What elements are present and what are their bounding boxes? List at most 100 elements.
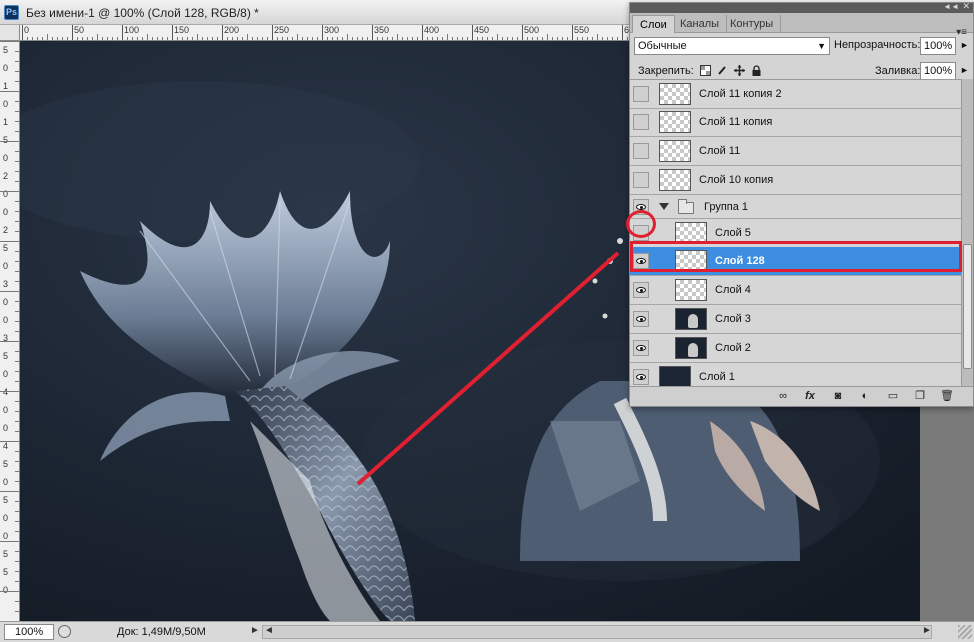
ruler-tick [372, 25, 373, 40]
scroll-right-icon[interactable]: ► [922, 625, 932, 636]
fill-field[interactable]: 100% [920, 62, 956, 80]
annotation-circle [626, 210, 656, 238]
ruler-label: 0 [3, 405, 9, 415]
opacity-slider-arrow-icon[interactable]: ► [960, 40, 969, 50]
adjustment-layer-icon[interactable]: ◐ [858, 390, 872, 403]
lock-transparency-icon[interactable] [700, 65, 711, 76]
ruler-minor-tick [0, 291, 19, 292]
blend-mode-select[interactable]: Обычные ▼ [634, 37, 830, 55]
visibility-toggle[interactable] [633, 340, 649, 356]
ruler-label: 250 [274, 25, 290, 35]
fill-label: Заливка: [875, 65, 921, 77]
zoom-level-field[interactable]: 100% [4, 624, 54, 640]
layer-row[interactable]: Слой 11 [630, 137, 961, 166]
layers-panel: ◄◄ ✕ Слои Каналы Контуры ▾≡ Обычные ▼ Не… [629, 1, 974, 407]
tab-layers[interactable]: Слои [632, 15, 675, 33]
lock-label: Закрепить: [638, 65, 694, 77]
layers-scrollbar[interactable] [961, 79, 973, 386]
layer-thumbnail [659, 366, 691, 386]
opacity-field[interactable]: 100% [920, 37, 956, 55]
vertical-ruler[interactable]: 5010150200250300350400450500550 [0, 41, 20, 621]
ruler-label: 0 [3, 297, 9, 307]
visibility-toggle[interactable] [633, 86, 649, 102]
folder-icon [678, 199, 694, 214]
ruler-minor-tick [0, 491, 19, 492]
layer-row[interactable]: Слой 11 копия 2 [630, 80, 961, 109]
status-info-icon[interactable] [58, 625, 71, 638]
tab-channels[interactable]: Каналы [673, 15, 728, 33]
visibility-toggle[interactable] [633, 369, 649, 385]
layer-thumbnail [675, 279, 707, 301]
ruler-label: 5 [3, 351, 9, 361]
ruler-minor-tick [547, 34, 548, 40]
ruler-label: 0 [3, 513, 9, 523]
ruler-minor-tick [0, 541, 19, 542]
panel-menu-icon[interactable]: ▾≡ [956, 27, 967, 38]
ruler-label: 450 [474, 25, 490, 35]
ruler-label: 0 [3, 261, 9, 271]
ruler-label: 550 [574, 25, 590, 35]
ruler-minor-tick [0, 591, 19, 592]
expand-triangle-icon[interactable] [659, 203, 669, 210]
layer-name: Слой 2 [715, 342, 751, 354]
resize-grip-icon[interactable] [958, 625, 972, 639]
lock-position-icon[interactable] [734, 65, 745, 76]
ruler-label: 200 [224, 25, 240, 35]
ruler-label: 0 [3, 531, 9, 541]
ruler-minor-tick [0, 341, 19, 342]
horizontal-scrollbar[interactable] [262, 625, 932, 639]
layer-row[interactable]: Слой 2 [630, 334, 961, 363]
ruler-label: 0 [3, 99, 9, 109]
document-title: Без имени-1 @ 100% (Слой 128, RGB/8) * [26, 6, 259, 20]
panel-title-bar[interactable]: ◄◄ ✕ [630, 1, 973, 13]
layer-row[interactable]: Слой 11 копия [630, 108, 961, 137]
new-layer-icon[interactable]: ❐ [913, 390, 927, 403]
ruler-minor-tick [347, 34, 348, 40]
thumbnail-figure [688, 314, 698, 328]
ruler-minor-tick [147, 34, 148, 40]
tab-paths[interactable]: Контуры [723, 15, 782, 33]
eye-icon [636, 287, 646, 293]
layer-row[interactable]: Слой 4 [630, 276, 961, 305]
collapse-panel-icon[interactable]: ◄◄ [943, 2, 959, 11]
ruler-tick [22, 25, 23, 40]
ruler-label: 2 [3, 171, 9, 181]
status-menu-arrow-icon[interactable]: ► [250, 625, 260, 636]
ruler-minor-tick [0, 241, 19, 242]
ruler-label: 1 [3, 117, 9, 127]
ruler-label: 5 [3, 549, 9, 559]
delete-layer-icon[interactable]: 🗑 [940, 390, 954, 403]
layers-scrollbar-thumb[interactable] [963, 244, 972, 369]
link-layers-icon[interactable]: ∞ [776, 390, 790, 403]
visibility-toggle[interactable] [633, 143, 649, 159]
layer-style-icon[interactable]: fx [803, 390, 817, 403]
ruler-label: 5 [3, 135, 9, 145]
thumbnail-figure [688, 343, 698, 357]
eye-icon [636, 345, 646, 351]
layer-name: Слой 5 [715, 227, 751, 239]
lock-all-icon[interactable] [751, 65, 762, 76]
visibility-toggle[interactable] [633, 114, 649, 130]
fill-slider-arrow-icon[interactable]: ► [960, 65, 969, 75]
scroll-left-icon[interactable]: ◄ [264, 625, 274, 636]
layer-row[interactable]: Слой 3 [630, 305, 961, 334]
ruler-label: 5 [3, 459, 9, 469]
ruler-minor-tick [0, 41, 19, 42]
ruler-minor-tick [0, 141, 19, 142]
add-mask-icon[interactable]: ◙ [831, 390, 845, 403]
ruler-origin[interactable] [0, 25, 20, 41]
layer-row[interactable]: Слой 10 копия [630, 166, 961, 195]
visibility-toggle[interactable] [633, 311, 649, 327]
ruler-label: 1 [3, 81, 9, 91]
lock-pixels-icon[interactable] [717, 65, 728, 76]
document-size-info: Док: 1,49M/9,50M [117, 626, 206, 638]
layer-group-row[interactable]: Группа 1 [630, 195, 961, 219]
ruler-minor-tick [247, 34, 248, 40]
new-group-icon[interactable]: ▭ [886, 390, 900, 403]
ruler-label: 100 [124, 25, 140, 35]
close-panel-icon[interactable]: ✕ [962, 1, 970, 12]
visibility-toggle[interactable] [633, 172, 649, 188]
visibility-toggle[interactable] [633, 282, 649, 298]
layer-row[interactable]: Слой 1 [630, 363, 961, 386]
layer-name: Слой 1 [699, 371, 735, 383]
